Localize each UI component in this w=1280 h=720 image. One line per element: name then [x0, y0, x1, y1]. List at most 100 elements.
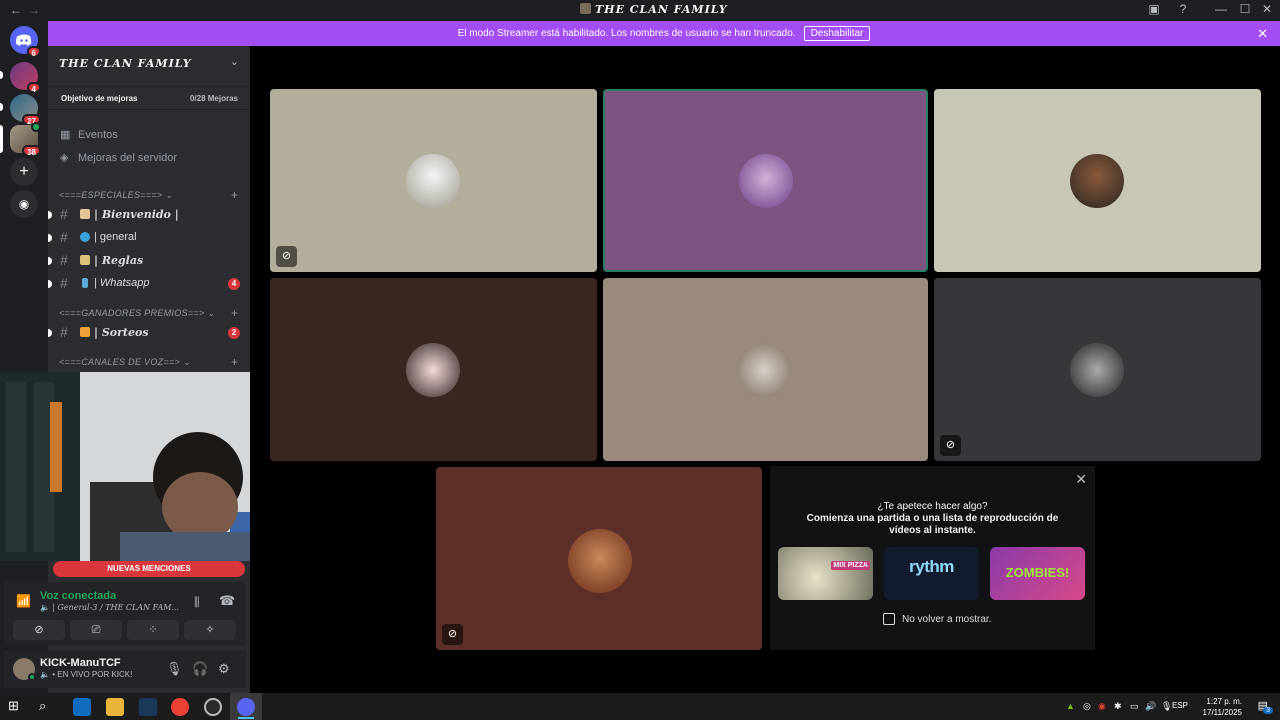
taskbar-clock[interactable]: 1:27 p. m. 17/11/2025: [1203, 696, 1242, 718]
close-button[interactable]: ✕: [1257, 2, 1277, 16]
voice-channel-name[interactable]: 🔈 | General-3 / THE CLAN FAM...: [40, 603, 179, 612]
category-ganadores[interactable]: <===GANADORES PREMIOS==> ⌄: [59, 308, 215, 319]
server-icon: [580, 3, 591, 14]
activity-rythm[interactable]: rythm: [884, 547, 979, 600]
maximize-button[interactable]: ☐: [1235, 2, 1255, 16]
search-icon[interactable]: ⌕: [39, 698, 57, 716]
activity-subtitle: Comienza una partida o una lista de repr…: [806, 513, 1059, 536]
tray-icon[interactable]: ◎: [1083, 701, 1091, 712]
channel-whatsapp[interactable]: # | Whatsapp 4: [48, 275, 240, 293]
unread-dot: [48, 329, 52, 337]
channel-reglas[interactable]: # | Reglas: [48, 252, 240, 270]
server-icon-2[interactable]: 27: [10, 94, 41, 126]
headphones-icon[interactable]: 🎧: [192, 661, 208, 677]
volume-icon[interactable]: 🔊: [1145, 701, 1156, 712]
channel-name: | Bienvenido |: [94, 208, 179, 221]
participant-tile[interactable]: [934, 89, 1261, 272]
server-badge: 38: [22, 145, 41, 157]
forward-arrow-icon[interactable]: →: [28, 3, 40, 17]
server-icon-clan-family[interactable]: 38: [10, 122, 41, 157]
banner-close-icon[interactable]: ✕: [1257, 26, 1268, 42]
dont-show-checkbox[interactable]: [883, 613, 895, 625]
unread-dot: [48, 280, 52, 288]
tray-icon[interactable]: ◉: [1098, 701, 1106, 712]
window-title: THE CLAN FAMILY: [580, 3, 728, 16]
category-canales-voz[interactable]: <===CANALES DE VOZ==> ⌄: [59, 357, 191, 368]
activity-mix-pizza[interactable]: MIX PIZZA: [778, 547, 873, 600]
channel-general[interactable]: # | general: [48, 229, 240, 247]
add-server-icon[interactable]: +: [10, 158, 38, 186]
category-especiales[interactable]: <===ESPECIALES===> ⌄: [59, 190, 173, 201]
participant-tile-speaking[interactable]: [603, 89, 928, 272]
unread-pill: [0, 103, 3, 111]
participant-tile[interactable]: ⊘: [436, 467, 762, 650]
clock-date: 17/11/2025: [1202, 708, 1242, 717]
camera-off-icon: ⊘: [276, 246, 297, 267]
participant-tile[interactable]: ⊘: [270, 89, 597, 272]
soundboard-button[interactable]: ✧: [184, 620, 236, 640]
boost-goal-label: Objetivo de mejoras: [61, 94, 138, 103]
new-mentions-button[interactable]: NUEVAS MENCIONES: [53, 561, 245, 577]
discord-home-icon[interactable]: 6: [10, 26, 41, 58]
voice-status[interactable]: Voz conectada: [40, 590, 116, 602]
category-label: <===CANALES DE VOZ==>: [59, 357, 181, 367]
server-boosts-label: Mejoras del servidor: [78, 152, 178, 164]
server-badge: 4: [26, 82, 41, 94]
explore-compass-icon[interactable]: ◉: [10, 190, 38, 218]
inbox-icon[interactable]: ▣: [1144, 2, 1164, 16]
network-icon[interactable]: ▭: [1130, 701, 1139, 712]
channel-sorteos[interactable]: # | Sorteos 2: [48, 324, 240, 342]
obs-icon[interactable]: [204, 698, 222, 716]
nvidia-icon[interactable]: ▲: [1066, 701, 1075, 711]
avatar: [406, 154, 460, 208]
participant-tile[interactable]: ⊘: [934, 278, 1261, 461]
chrome-icon[interactable]: [171, 698, 189, 716]
participant-tile[interactable]: [270, 278, 597, 461]
add-channel-icon[interactable]: +: [231, 188, 238, 202]
participant-tile[interactable]: [603, 278, 928, 461]
channel-bienvenido[interactable]: # | Bienvenido |: [48, 206, 240, 224]
events-label: Eventos: [78, 129, 118, 141]
chevron-down-icon[interactable]: ⌄: [230, 55, 239, 68]
outlook-icon[interactable]: [73, 698, 91, 716]
activities-button[interactable]: ⁘: [127, 620, 179, 640]
server-icon-1[interactable]: 4: [10, 62, 41, 94]
unread-dot: [48, 257, 52, 265]
disconnect-icon[interactable]: ☎: [219, 593, 235, 609]
boost-goal-bar[interactable]: Objetivo de mejoras 0/28 Mejoras: [48, 86, 250, 110]
text-channel-icon: #: [60, 324, 68, 340]
help-icon[interactable]: ?: [1173, 2, 1193, 16]
hand-emoji-icon: [80, 209, 90, 219]
server-name[interactable]: THE CLAN FAMILY: [59, 57, 192, 70]
noise-suppression-icon[interactable]: ⫼: [194, 595, 200, 610]
settings-gear-icon[interactable]: ⚙: [218, 661, 230, 677]
add-channel-icon[interactable]: +: [231, 306, 238, 320]
username[interactable]: KICK-ManuTCF: [40, 657, 121, 669]
notification-count: 3: [1263, 707, 1273, 714]
app-icon[interactable]: [139, 698, 157, 716]
microphone-icon[interactable]: 🎙: [1161, 701, 1172, 712]
signal-icon[interactable]: 📶: [16, 594, 31, 608]
microphone-icon[interactable]: 🎙: [166, 661, 183, 677]
category-label: <===ESPECIALES===>: [59, 190, 163, 200]
user-status-text: • EN VIVO POR KICK!: [52, 670, 133, 679]
text-channel-icon: #: [60, 206, 68, 222]
discord-taskbar-icon[interactable]: [237, 698, 255, 716]
camera-off-button[interactable]: ⊘: [13, 620, 65, 640]
gift-emoji-icon: [80, 327, 90, 337]
events-link[interactable]: ▦ Eventos: [60, 128, 118, 141]
back-arrow-icon[interactable]: ←: [10, 3, 22, 17]
bluetooth-icon[interactable]: ✱: [1114, 701, 1122, 712]
activity-zombies[interactable]: ZOMBIES!: [990, 547, 1085, 600]
disable-streamer-button[interactable]: Deshabilitar: [803, 26, 871, 41]
bull-avatar: [568, 529, 632, 593]
input-language[interactable]: ESP: [1172, 701, 1188, 710]
user-panel: KICK-ManuTCF 🔈 • EN VIVO POR KICK! 🎙 🎧 ⚙: [4, 650, 246, 688]
file-explorer-icon[interactable]: [106, 698, 124, 716]
server-boosts-link[interactable]: ◈ Mejoras del servidor: [60, 151, 177, 164]
close-icon[interactable]: ✕: [1075, 471, 1087, 488]
windows-start-icon[interactable]: ⊞: [8, 698, 26, 716]
minimize-button[interactable]: —: [1211, 2, 1231, 16]
add-channel-icon[interactable]: +: [231, 355, 238, 369]
screen-share-button[interactable]: ⎚: [70, 620, 122, 640]
